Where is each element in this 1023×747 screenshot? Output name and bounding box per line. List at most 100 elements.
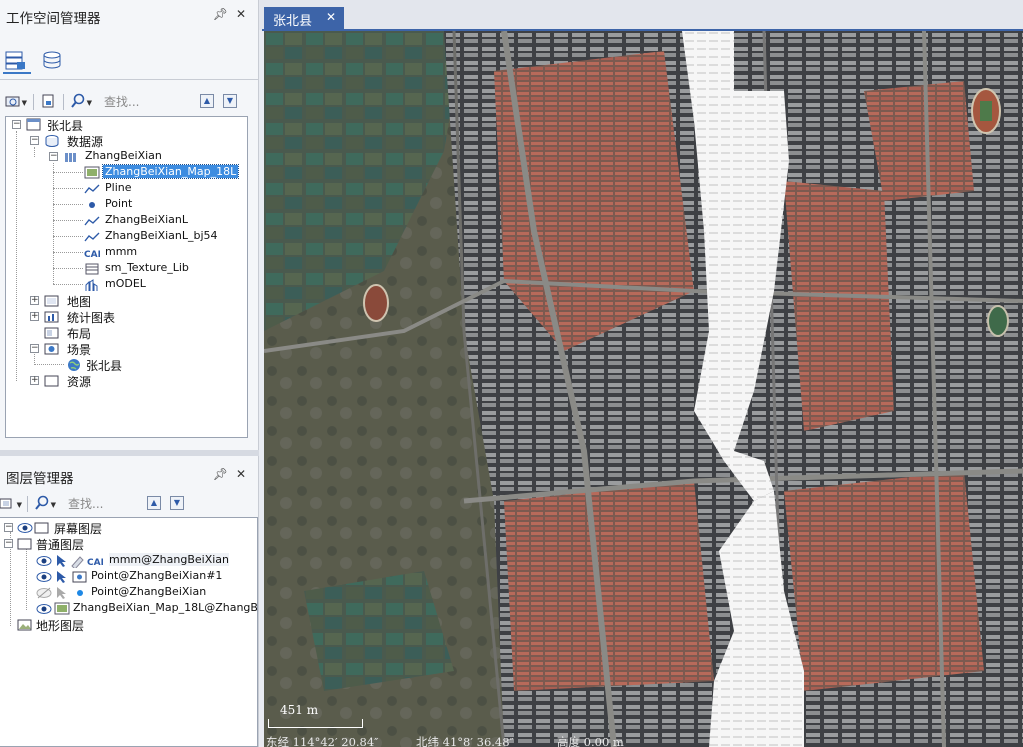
close-icon[interactable]: ✕ [236,467,246,481]
tree-node-label: 地形图层 [36,619,85,633]
edit-icon[interactable] [70,554,86,568]
eye-hidden-icon[interactable] [36,586,52,600]
line-dataset-icon [84,184,100,194]
tree-line [53,163,54,284]
search-next-button[interactable]: ▼ [223,94,237,108]
line-dataset-icon [84,216,100,226]
chevron-down-icon: ▼ [21,99,27,107]
search-options-button[interactable]: ▼ [70,93,92,111]
tree-node-label: mmm [105,245,138,258]
chart-folder-icon [44,311,59,323]
tree-line [53,172,83,173]
layer-search-input[interactable] [68,494,142,514]
document-tab-title: 张北县 [273,14,313,29]
image-dataset-icon [84,166,100,179]
workspace-mode-tabs [0,44,258,78]
open-workspace-button[interactable]: ▼ [5,93,27,111]
selectable-arrow-icon[interactable] [54,586,70,600]
tree-node-label: 张北县 [86,359,123,373]
pin-icon[interactable]: 📌︎ [213,467,228,481]
layer-search-next-button[interactable]: ▼ [170,496,184,510]
datasource-tab[interactable] [40,50,68,74]
tree-line [53,284,83,285]
document-icon [42,94,54,108]
workspace-search-input[interactable] [104,92,196,112]
search-icon [71,93,85,108]
add-layer-button[interactable]: ▼ [0,495,22,513]
tree-node-label: sm_Texture_Lib [105,261,189,274]
tree-node-label: 普通图层 [36,538,85,552]
toolbar-separator [33,94,34,110]
search-icon [35,495,49,510]
toolbar-separator [27,496,28,512]
tree-node-label: Point [105,197,133,210]
workspace-root-icon [26,118,41,131]
tree-node-label: Point@ZhangBeiXian [91,585,207,598]
eye-icon[interactable] [17,521,33,535]
tree-line [34,147,35,157]
layer-search-options-button[interactable]: ▼ [34,495,56,513]
tree-node-label: 资源 [67,375,92,389]
database-icon [65,153,76,162]
collapse-toggle[interactable]: − [4,523,13,532]
altitude-readout: 高度 0.00 m [557,735,624,747]
tree-node-label: mmm@ZhangBeiXian [109,553,230,566]
tree-node-label: ZhangBeiXianL [105,213,189,226]
scale-label: 451 m [280,703,319,717]
collapse-toggle[interactable]: − [30,136,39,145]
expand-toggle[interactable]: + [30,296,39,305]
svg-text:CAD: CAD [87,558,103,568]
close-tab-icon[interactable]: ✕ [326,10,336,24]
eye-icon[interactable] [36,554,52,568]
open-folder-icon [5,96,20,107]
expand-toggle[interactable]: + [30,376,39,385]
eye-icon[interactable] [36,602,52,616]
selectable-arrow-icon[interactable] [54,570,70,584]
point-layer-icon [77,590,83,596]
tree-line [16,131,17,381]
pin-icon[interactable]: 📌︎ [213,7,228,21]
layer-search-prev-button[interactable]: ▲ [147,496,161,510]
layer-tree: − 屏幕图层 − 普通图层 CAD mmm@ZhangBeiXian Point… [0,517,258,747]
document-tab-zhangbei[interactable]: 张北县 ✕ [264,7,344,30]
new-document-button[interactable] [40,93,62,111]
tree-node-label: Point@ZhangBeiXian#1 [91,569,223,582]
expand-toggle[interactable]: + [30,312,39,321]
tree-node-label: ZhangBeiXian_Map_18L [101,164,240,179]
workspace-icon [5,51,25,70]
scale-bar [268,719,363,728]
divider [0,79,258,80]
workspace-tree: − 张北县 − 数据源 − ZhangBeiXian ZhangBeiXian_… [5,116,248,438]
map-folder-icon [44,295,59,307]
tree-node-label: 场景 [67,343,92,357]
close-icon[interactable]: ✕ [236,7,246,21]
scene-map-view[interactable]: 451 m 东经 114°42′ 20.84″ 北纬 41°8′ 36.48″ … [264,31,1023,747]
tree-line [53,236,83,237]
tree-node-label: ZhangBeiXian_Map_18L@ZhangBeiX [73,601,258,614]
line-dataset-icon [84,232,100,242]
tree-line [26,548,27,610]
eye-icon[interactable] [36,570,52,584]
tree-line [53,268,83,269]
image-layer-icon [54,602,70,615]
collapse-toggle[interactable]: − [4,539,13,548]
collapse-toggle[interactable]: − [49,152,58,161]
workspace-tree-tab[interactable] [3,50,31,74]
chevron-down-icon: ▼ [16,501,22,509]
tree-node-label: Pline [105,181,132,194]
layer-title-text: 图层管理器 [6,471,74,487]
selectable-arrow-icon[interactable] [54,554,70,568]
tree-line [53,252,83,253]
collapse-toggle[interactable]: − [12,120,21,129]
search-prev-button[interactable]: ▲ [200,94,214,108]
tree-node-label: 张北县 [47,119,84,133]
datasource-icon [45,135,59,147]
layer-group-icon [0,498,12,509]
tree-node-label: ZhangBeiXianL_bj54 [105,229,218,242]
tree-node-label: mODEL [105,277,146,290]
collapse-toggle[interactable]: − [30,344,39,353]
tree-line [53,204,83,205]
database-stack-icon [43,51,61,69]
scene-folder-icon [44,343,59,355]
chevron-down-icon: ▼ [86,99,92,107]
